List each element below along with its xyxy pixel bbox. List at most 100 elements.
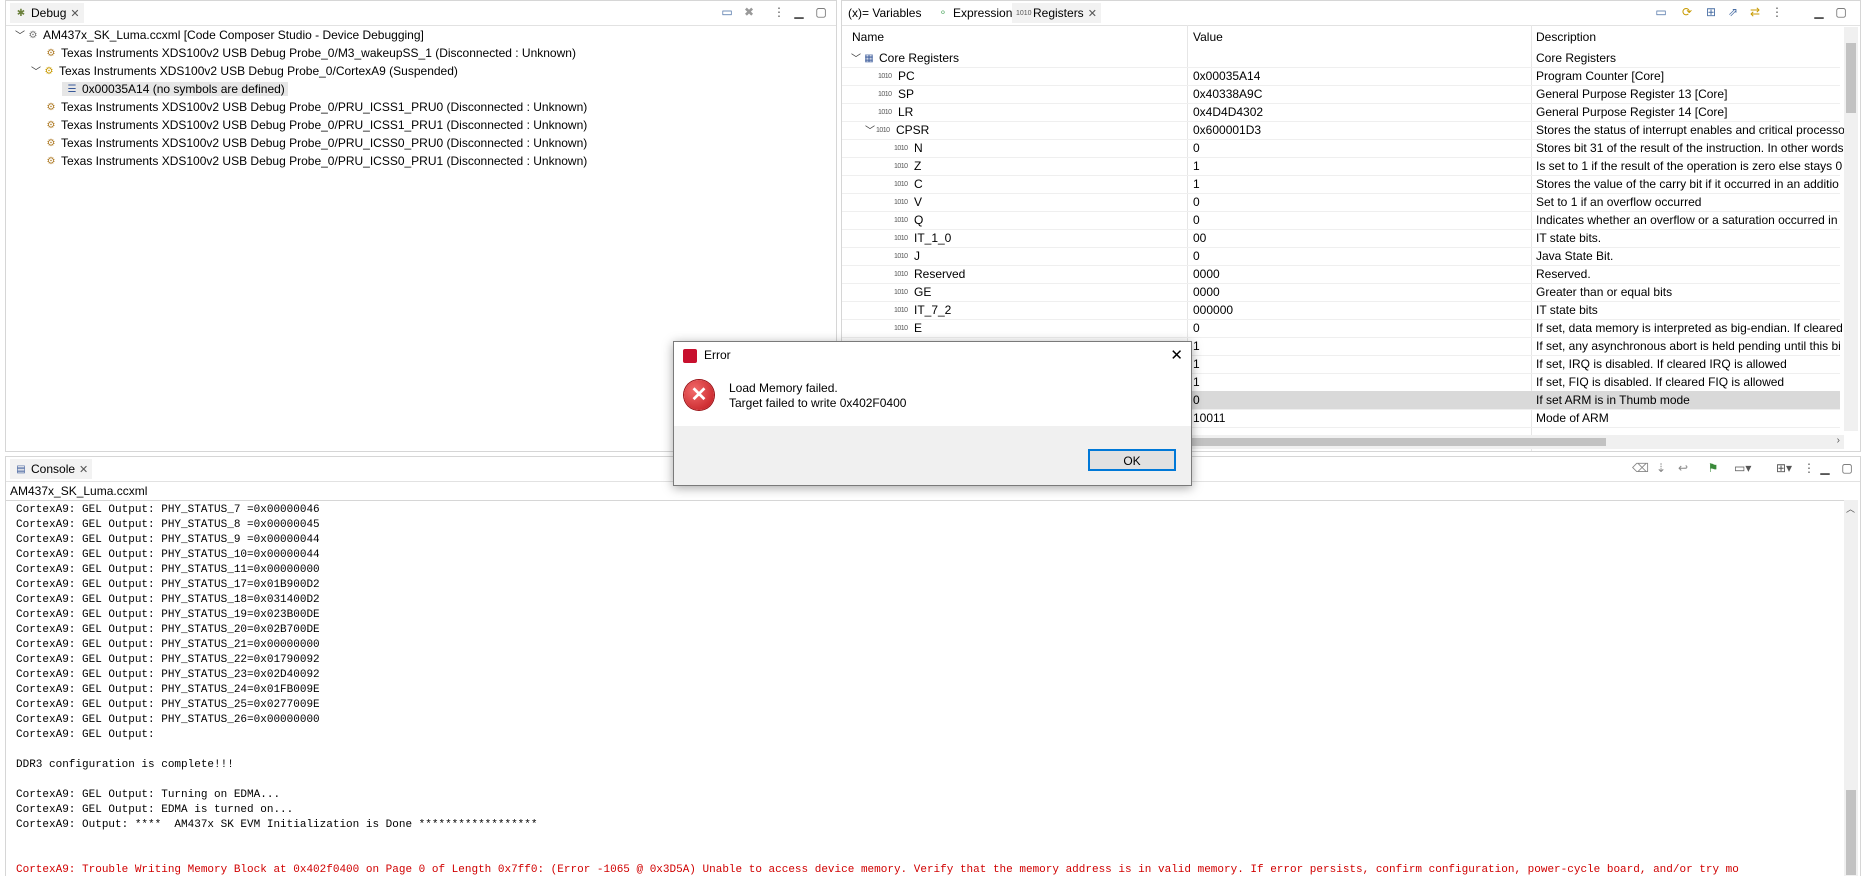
register-name-cell: 1010 Q	[894, 211, 923, 230]
tab-registers[interactable]: 1010Registers ✕	[1012, 3, 1101, 23]
register-value[interactable]: 0000	[1193, 283, 1220, 301]
register-field-row[interactable]: 1010 GE 0000 Greater than or equal bits	[842, 283, 1840, 302]
register-value[interactable]: 0x40338A9C	[1193, 85, 1262, 103]
tree-row-core[interactable]: ⚙ Texas Instruments XDS100v2 USB Debug Pr…	[44, 116, 588, 134]
console-output[interactable]: CortexA9: GEL Output: PHY_STATUS_7 =0x00…	[6, 500, 1844, 876]
register-value[interactable]: 1	[1193, 157, 1200, 175]
tree-row-stack-frame[interactable]: ☰ 0x00035A14 (no symbols are defined)	[62, 80, 288, 98]
register-value[interactable]: 0	[1193, 139, 1200, 157]
register-value[interactable]: 0x600001D3	[1193, 121, 1261, 139]
view-menu-icon[interactable]: ⋮	[1802, 461, 1816, 475]
register-field-row[interactable]: 1010 Reserved 0000 Reserved.	[842, 265, 1840, 284]
register-field-row[interactable]: 1010 N 0 Stores bit 31 of the result of t…	[842, 139, 1844, 158]
register-row[interactable]: 1010 PC 0x00035A14 Program Counter [Core]	[842, 67, 1840, 86]
close-icon[interactable]: ✕	[79, 464, 88, 476]
register-value[interactable]: 0000	[1193, 265, 1220, 283]
tree-row-core[interactable]: ﹀ ⚙ Texas Instruments XDS100v2 USB Debug P…	[30, 62, 458, 80]
minimize-icon[interactable]: ▁	[792, 5, 806, 19]
ok-button[interactable]: OK	[1088, 449, 1176, 471]
chevron-down-icon[interactable]: ﹀	[30, 64, 42, 82]
register-row-cpsr[interactable]: ﹀1010 CPSR 0x600001D3 Stores the status o…	[842, 121, 1845, 140]
close-icon[interactable]: ✕	[1088, 8, 1097, 20]
maximize-icon[interactable]: ▢	[1834, 5, 1848, 19]
collapse-all-icon[interactable]: ▭	[720, 5, 734, 19]
display-console-icon[interactable]: ▭▾	[1734, 461, 1751, 475]
vertical-scrollbar[interactable]: ︿	[1844, 500, 1858, 876]
tree-row-core[interactable]: ⚙ Texas Instruments XDS100v2 USB Debug Pr…	[44, 134, 588, 152]
console-line: CortexA9: GEL Output: PHY_STATUS_20=0x02…	[16, 624, 320, 636]
tab-expressions-label: Expressions	[953, 6, 1019, 20]
tab-variables[interactable]: (x)= Variables	[844, 3, 925, 23]
tree-row-session[interactable]: ﹀ ⚙ AM437x_SK_Luma.ccxml [Code Composer St…	[14, 26, 424, 44]
scroll-up-icon[interactable]: ︿	[1846, 502, 1855, 515]
register-name-cell: 1010 IT_1_0	[894, 229, 951, 248]
close-icon[interactable]: ✕	[70, 8, 79, 20]
word-wrap-icon[interactable]: ↩	[1676, 461, 1690, 475]
scroll-thumb[interactable]	[1846, 43, 1856, 113]
new-group-icon[interactable]: ⊞	[1704, 5, 1718, 19]
register-field-row[interactable]: 1010 IT_7_2 000000 IT state bits	[842, 301, 1840, 320]
tab-expressions[interactable]: ⚬ Expressions	[932, 3, 1022, 23]
view-menu-icon[interactable]: ⋮	[1770, 5, 1784, 19]
register-field-row[interactable]: 1010 IT_1_0 00 IT state bits.	[842, 229, 1840, 248]
register-row[interactable]: 1010 LR 0x4D4D4302 General Purpose Regist…	[842, 103, 1840, 122]
export-icon[interactable]: ⇗	[1726, 5, 1740, 19]
refresh-icon[interactable]: ⟳	[1680, 5, 1694, 19]
register-value[interactable]: 000000	[1193, 301, 1233, 319]
vertical-scrollbar[interactable]	[1844, 27, 1858, 431]
tree-row-core[interactable]: ⚙ Texas Instruments XDS100v2 USB Debug Pr…	[44, 44, 576, 62]
register-field-row[interactable]: 1010 Q 0 Indicates whether an overflow or…	[842, 211, 1840, 230]
minimize-icon[interactable]: ▁	[1812, 5, 1826, 19]
register-value[interactable]: 0	[1193, 193, 1200, 211]
register-value[interactable]: 00	[1193, 229, 1206, 247]
scroll-right-icon[interactable]: ›	[1837, 435, 1840, 446]
clear-console-icon[interactable]: ⌫	[1632, 461, 1649, 475]
pin-console-icon[interactable]: ⚑	[1706, 461, 1720, 475]
sync-icon[interactable]: ⇄	[1748, 5, 1762, 19]
register-description: Stores bit 31 of the result of the instr…	[1536, 141, 1844, 155]
column-header-description[interactable]: Description	[1536, 27, 1596, 47]
register-value[interactable]: 0	[1193, 247, 1200, 265]
maximize-icon[interactable]: ▢	[814, 5, 828, 19]
register-description: Java State Bit.	[1536, 249, 1614, 263]
register-field-row[interactable]: 1010 V 0 Set to 1 if an overflow occurred	[842, 193, 1840, 212]
register-field-row[interactable]: 1010 J 0 Java State Bit.	[842, 247, 1840, 266]
tab-debug[interactable]: ✱ Debug ✕	[10, 3, 84, 23]
scroll-thumb[interactable]	[1846, 790, 1856, 875]
register-value[interactable]: 0	[1193, 319, 1200, 337]
remove-all-terminated-icon[interactable]: ✖	[742, 5, 756, 19]
close-icon[interactable]: ✕	[1170, 346, 1183, 364]
column-header-name[interactable]: Name	[852, 27, 884, 47]
register-value[interactable]: 0x00035A14	[1193, 67, 1260, 85]
register-value[interactable]: 1	[1193, 337, 1200, 355]
column-header-value[interactable]: Value	[1193, 27, 1223, 47]
open-console-icon[interactable]: ⊞▾	[1776, 461, 1792, 475]
stack-frame-selected[interactable]: ☰ 0x00035A14 (no symbols are defined)	[62, 82, 288, 96]
register-name: V	[914, 195, 923, 209]
minimize-icon[interactable]: ▁	[1818, 461, 1832, 475]
tab-console[interactable]: ▤ Console ✕	[10, 459, 93, 479]
register-row-group[interactable]: ﹀ ▦ Core Registers Core Registers	[842, 49, 1840, 68]
register-value[interactable]: 1	[1193, 373, 1200, 391]
tree-row-core[interactable]: ⚙ Texas Instruments XDS100v2 USB Debug Pr…	[44, 98, 588, 116]
register-value[interactable]: 0	[1193, 211, 1200, 229]
register-name-cell: 1010 Reserved	[894, 265, 965, 284]
register-value[interactable]: 1	[1193, 175, 1200, 193]
register-value[interactable]: 1	[1193, 355, 1200, 373]
maximize-icon[interactable]: ▢	[1840, 461, 1854, 475]
register-row[interactable]: 1010 SP 0x40338A9C General Purpose Regist…	[842, 85, 1840, 104]
register-field-row[interactable]: 1010 C 1 Stores the value of the carry bi…	[842, 175, 1840, 194]
scroll-lock-icon[interactable]: ⇣	[1654, 461, 1668, 475]
register-field-row[interactable]: 1010 E 0 If set, data memory is interpret…	[842, 319, 1843, 338]
tree-row-core[interactable]: ⚙ Texas Instruments XDS100v2 USB Debug Pr…	[44, 152, 588, 170]
dialog-titlebar[interactable]: Error ✕	[674, 342, 1191, 370]
register-description: General Purpose Register 14 [Core]	[1536, 105, 1728, 119]
view-menu-icon[interactable]: ⋮	[772, 5, 786, 19]
collapse-all-icon[interactable]: ▭	[1654, 5, 1668, 19]
register-icon: 1010	[894, 252, 908, 260]
register-value[interactable]: 0x4D4D4302	[1193, 103, 1263, 121]
register-value[interactable]: 0	[1193, 391, 1200, 409]
register-value[interactable]: 10011	[1193, 409, 1225, 427]
chevron-down-icon[interactable]: ﹀	[14, 28, 26, 46]
register-field-row[interactable]: 1010 Z 1 Is set to 1 if the result of the…	[842, 157, 1842, 176]
